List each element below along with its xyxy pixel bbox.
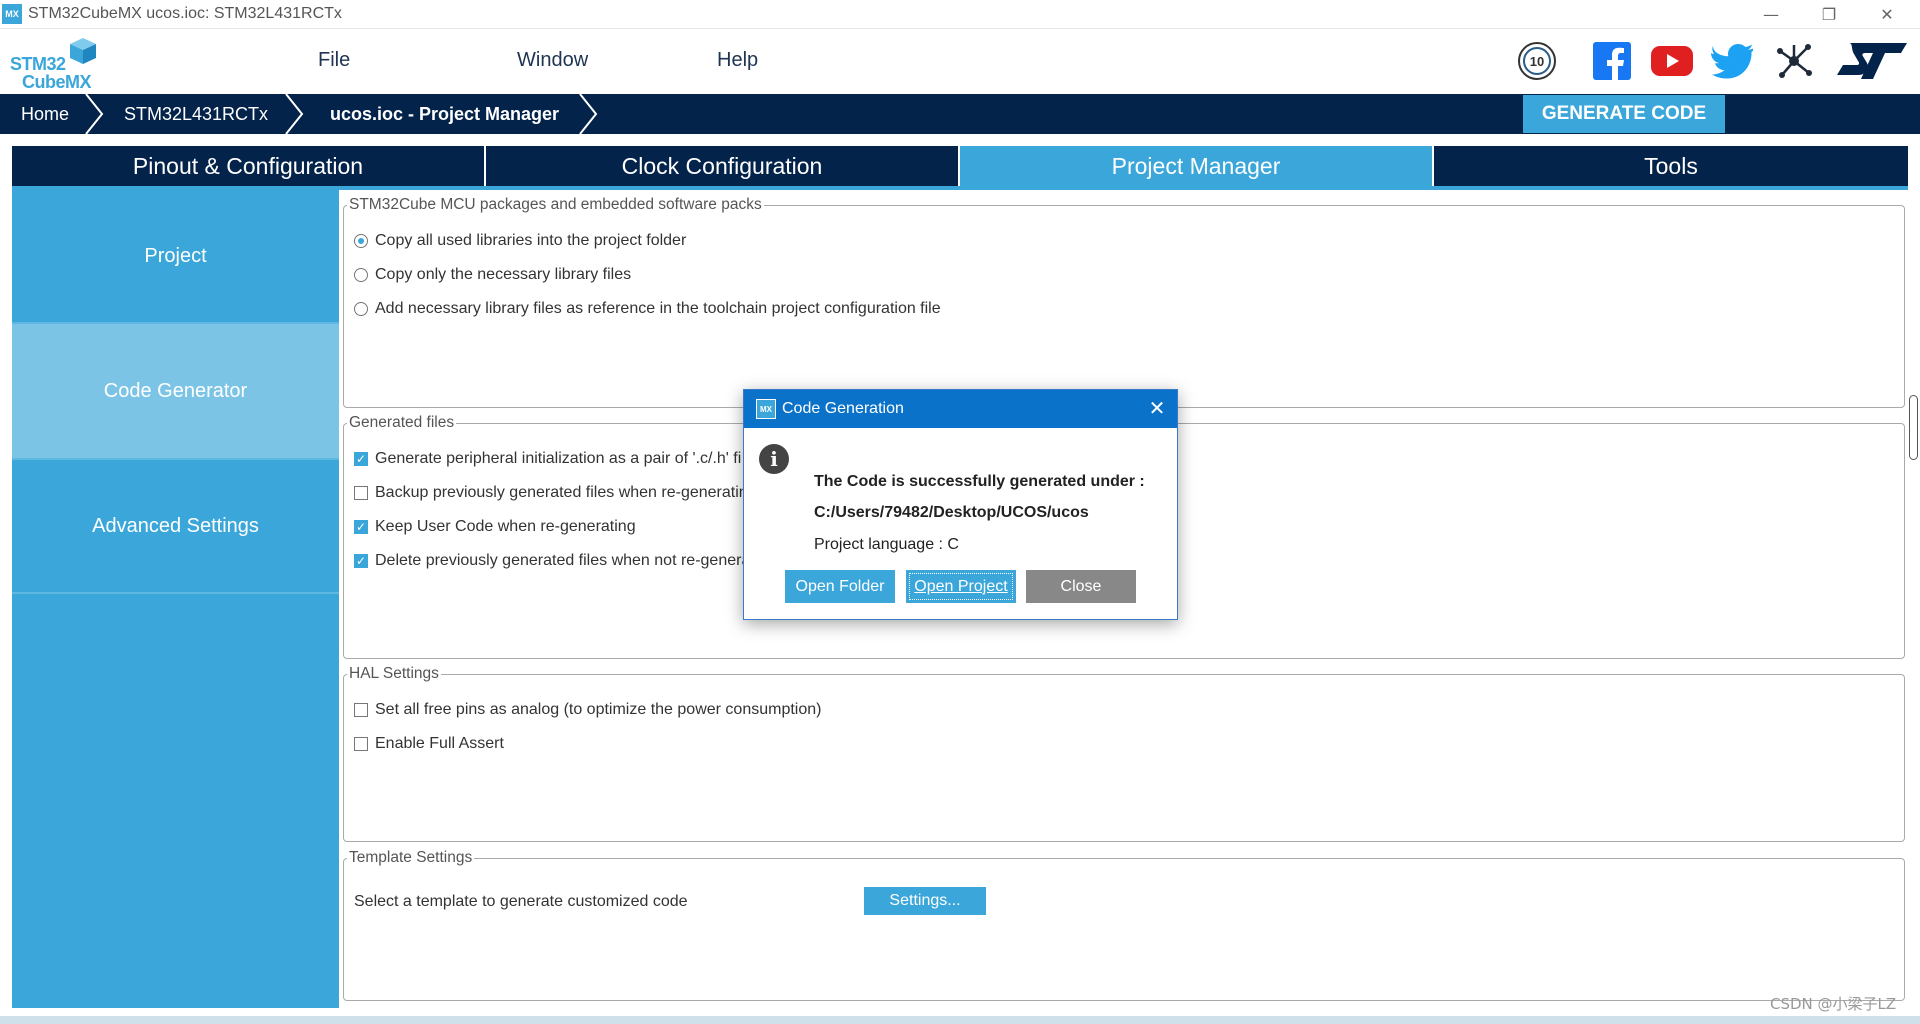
- code-generation-dialog: MX Code Generation ✕ i The Code is succe…: [743, 389, 1178, 620]
- chevron-right-icon: [285, 94, 304, 134]
- mcu-packages-group: STM32Cube MCU packages and embedded soft…: [343, 196, 1905, 408]
- checkbox-label: Keep User Code when re-generating: [375, 518, 636, 535]
- radio-label: Add necessary library files as reference…: [375, 300, 941, 317]
- window-title: STM32CubeMX ucos.ioc: STM32L431RCTx: [28, 5, 342, 22]
- breadcrumb-home[interactable]: Home: [21, 94, 69, 134]
- app-icon: MX: [2, 4, 22, 24]
- template-settings-label: Select a template to generate customized…: [354, 893, 688, 910]
- menu-help[interactable]: Help: [717, 49, 758, 72]
- radio-add-reference[interactable]: Add necessary library files as reference…: [354, 300, 941, 318]
- radio-button[interactable]: [354, 302, 368, 316]
- checkbox[interactable]: [354, 486, 368, 500]
- main-tabs: Pinout & Configuration Clock Configurati…: [12, 146, 1908, 186]
- chevron-right-icon: [85, 94, 104, 134]
- menu-file[interactable]: File: [318, 49, 350, 72]
- dialog-message-path: C:/Users/79482/Desktop/UCOS/ucos: [814, 504, 1089, 521]
- youtube-icon[interactable]: [1650, 39, 1694, 83]
- close-window-button[interactable]: ✕: [1858, 0, 1916, 29]
- title-bar: MX STM32CubeMX ucos.ioc: STM32L431RCTx —…: [0, 0, 1920, 29]
- chevron-right-icon: [579, 94, 598, 134]
- checkbox[interactable]: [354, 737, 368, 751]
- checkbox[interactable]: ✓: [354, 452, 368, 466]
- checkbox[interactable]: ✓: [354, 554, 368, 568]
- open-folder-button[interactable]: Open Folder: [785, 570, 895, 603]
- radio-copy-all[interactable]: Copy all used libraries into the project…: [354, 232, 686, 250]
- template-settings-group: Template Settings Select a template to g…: [343, 849, 1905, 1001]
- checkbox-label: Set all free pins as analog (to optimize…: [375, 701, 822, 718]
- twitter-icon[interactable]: [1710, 39, 1754, 83]
- checkbox[interactable]: ✓: [354, 520, 368, 534]
- svg-text:10: 10: [1530, 54, 1544, 69]
- checkbox-free-pins-analog[interactable]: Set all free pins as analog (to optimize…: [354, 701, 821, 719]
- checkbox-label: Backup previously generated files when r…: [375, 484, 748, 501]
- logo-text-line2: CubeMX: [22, 72, 92, 92]
- template-settings-legend: Template Settings: [349, 849, 473, 866]
- radio-button[interactable]: [354, 268, 368, 282]
- cube-icon: [70, 38, 96, 64]
- sidebar-item-project[interactable]: Project: [12, 190, 339, 324]
- generated-files-legend: Generated files: [349, 414, 455, 431]
- watermark: CSDN @小梁子LZ: [1770, 995, 1897, 1013]
- settings-button[interactable]: Settings...: [864, 887, 986, 915]
- st-logo-icon[interactable]: [1832, 39, 1912, 83]
- breadcrumb: Home STM32L431RCTx ucos.ioc - Project Ma…: [0, 94, 1920, 134]
- checkbox[interactable]: [354, 703, 368, 717]
- checkbox-label: Enable Full Assert: [375, 735, 504, 752]
- hal-settings-legend: HAL Settings: [349, 665, 439, 682]
- checkbox-backup[interactable]: Backup previously generated files when r…: [354, 484, 748, 502]
- sidebar: Project Code Generator Advanced Settings: [12, 190, 339, 1008]
- status-strip: [0, 1016, 1920, 1024]
- hal-settings-group: HAL Settings Set all free pins as analog…: [343, 665, 1905, 842]
- close-button[interactable]: Close: [1026, 570, 1136, 603]
- vertical-scrollbar[interactable]: [1908, 190, 1920, 1008]
- checkbox-label: Generate peripheral initialization as a …: [375, 450, 742, 467]
- network-icon[interactable]: [1772, 39, 1816, 83]
- tab-pinout-configuration[interactable]: Pinout & Configuration: [12, 146, 486, 186]
- sidebar-item-advanced-settings[interactable]: Advanced Settings: [12, 460, 339, 594]
- dialog-app-icon: MX: [756, 399, 776, 419]
- tab-tools[interactable]: Tools: [1434, 146, 1908, 186]
- checkbox-pair-ch[interactable]: ✓ Generate peripheral initialization as …: [354, 450, 741, 468]
- scrollbar-thumb[interactable]: [1909, 395, 1918, 460]
- radio-button[interactable]: [354, 234, 368, 248]
- radio-copy-necessary[interactable]: Copy only the necessary library files: [354, 266, 631, 284]
- checkbox-label: Delete previously generated files when n…: [375, 552, 751, 569]
- menu-window[interactable]: Window: [517, 49, 588, 72]
- dialog-title-bar: MX Code Generation ✕: [744, 390, 1177, 428]
- restore-button[interactable]: ❐: [1800, 0, 1858, 29]
- breadcrumb-device[interactable]: STM32L431RCTx: [124, 94, 268, 134]
- tab-clock-configuration[interactable]: Clock Configuration: [486, 146, 960, 186]
- sidebar-item-code-generator[interactable]: Code Generator: [12, 324, 339, 460]
- menu-bar: STM32 CubeMX File Window Help 10: [0, 29, 1920, 94]
- dialog-message-line1: The Code is successfully generated under…: [814, 473, 1145, 490]
- open-project-button[interactable]: Open Project: [906, 570, 1016, 603]
- radio-label: Copy all used libraries into the project…: [375, 232, 687, 249]
- checkbox-delete-previous[interactable]: ✓ Delete previously generated files when…: [354, 552, 750, 570]
- checkbox-full-assert[interactable]: Enable Full Assert: [354, 735, 504, 753]
- dialog-title: Code Generation: [782, 400, 904, 417]
- tab-project-manager[interactable]: Project Manager: [960, 146, 1434, 186]
- stm32cubemx-logo: STM32 CubeMX: [10, 34, 110, 92]
- radio-label: Copy only the necessary library files: [375, 266, 632, 283]
- facebook-icon[interactable]: [1590, 39, 1634, 83]
- mcu-packages-legend: STM32Cube MCU packages and embedded soft…: [349, 196, 762, 213]
- dialog-message-language: Project language : C: [814, 536, 959, 553]
- anniversary-10-icon[interactable]: 10: [1515, 39, 1559, 83]
- minimize-button[interactable]: —: [1742, 0, 1800, 29]
- generate-code-button[interactable]: GENERATE CODE: [1523, 95, 1725, 133]
- info-icon: i: [759, 444, 789, 474]
- checkbox-keep-user-code[interactable]: ✓ Keep User Code when re-generating: [354, 518, 636, 536]
- dialog-close-icon[interactable]: ✕: [1145, 396, 1169, 420]
- breadcrumb-current[interactable]: ucos.ioc - Project Manager: [330, 94, 559, 134]
